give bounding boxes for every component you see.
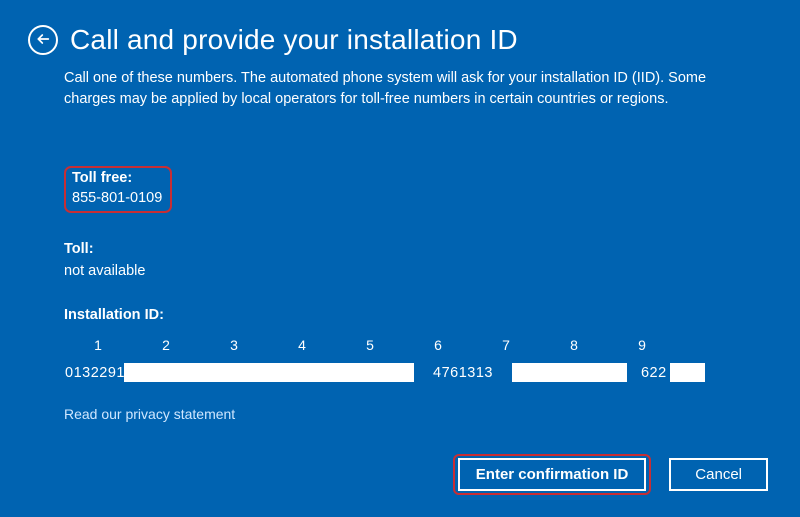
installation-id-values: 0132291 4761313 622 bbox=[64, 363, 736, 382]
toll-free-number: 855-801-0109 bbox=[72, 190, 162, 206]
id-segment-redacted bbox=[124, 363, 414, 382]
back-arrow-icon bbox=[35, 31, 51, 50]
id-segment-redacted bbox=[670, 363, 705, 382]
privacy-link[interactable]: Read our privacy statement bbox=[64, 406, 235, 422]
installation-id-label: Installation ID: bbox=[64, 307, 736, 323]
id-segment-1: 0132291 bbox=[64, 365, 124, 381]
toll-free-label: Toll free: bbox=[72, 170, 162, 186]
enter-confirmation-button[interactable]: Enter confirmation ID bbox=[458, 458, 647, 491]
id-segment-6: 4761313 bbox=[414, 365, 512, 381]
enter-confirmation-highlight: Enter confirmation ID bbox=[453, 454, 652, 495]
col-header: 9 bbox=[608, 337, 676, 353]
col-header: 4 bbox=[268, 337, 336, 353]
id-segment-8: 622 bbox=[627, 365, 670, 381]
col-header: 7 bbox=[472, 337, 540, 353]
col-header: 1 bbox=[64, 337, 132, 353]
instructions-text: Call one of these numbers. The automated… bbox=[64, 68, 736, 110]
id-segment-redacted bbox=[512, 363, 627, 382]
col-header: 5 bbox=[336, 337, 404, 353]
col-header: 8 bbox=[540, 337, 608, 353]
col-header: 6 bbox=[404, 337, 472, 353]
toll-free-highlight: Toll free: 855-801-0109 bbox=[64, 166, 172, 213]
page-title: Call and provide your installation ID bbox=[70, 24, 518, 56]
col-header: 3 bbox=[200, 337, 268, 353]
cancel-button[interactable]: Cancel bbox=[669, 458, 768, 491]
toll-label: Toll: bbox=[64, 241, 736, 257]
toll-value: not available bbox=[64, 263, 736, 279]
back-button[interactable] bbox=[28, 25, 58, 55]
installation-id-columns: 1 2 3 4 5 6 7 8 9 bbox=[64, 337, 736, 353]
col-header: 2 bbox=[132, 337, 200, 353]
